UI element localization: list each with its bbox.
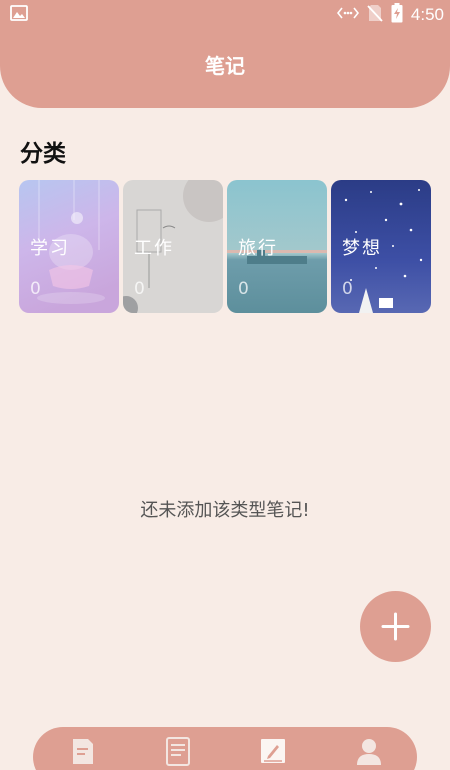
bottom-nav (33, 727, 417, 770)
user-icon (357, 739, 381, 765)
add-note-button[interactable] (360, 591, 431, 662)
category-label: 工作 (134, 238, 174, 259)
category-card-work[interactable]: 工作 0 (123, 180, 223, 313)
battery-charging-icon (391, 3, 403, 27)
category-count: 0 (238, 279, 249, 299)
wifi-calling-icon (336, 5, 359, 25)
category-count: 0 (134, 279, 145, 299)
edit-note-icon (261, 739, 285, 763)
status-bar: 4:50 (0, 0, 450, 28)
category-label: 旅行 (238, 238, 278, 259)
category-label: 学习 (30, 238, 70, 259)
section-title: 分类 (20, 141, 66, 167)
image-icon (10, 5, 28, 25)
category-card-travel[interactable]: 旅行 0 (227, 180, 327, 313)
status-time: 4:50 (410, 5, 444, 24)
empty-state-message: 还未添加该类型笔记! (140, 500, 310, 521)
page-title: 笔记 (205, 54, 245, 78)
category-list: 学习 0 工作 0 旅行 0 梦想 0 (19, 180, 431, 313)
nav-item-write[interactable] (258, 736, 288, 766)
nav-item-profile[interactable] (354, 736, 384, 766)
category-count: 0 (342, 279, 353, 299)
no-sim-icon (367, 4, 383, 26)
app-header: 笔记 (0, 28, 450, 108)
category-count: 0 (30, 279, 41, 299)
category-label: 梦想 (342, 238, 382, 259)
clipboard-list-icon (166, 737, 190, 766)
nav-item-list[interactable] (163, 736, 193, 766)
nav-item-notes[interactable] (68, 736, 98, 766)
category-card-study[interactable]: 学习 0 (19, 180, 119, 313)
category-card-dream[interactable]: 梦想 0 (331, 180, 431, 313)
note-icon (73, 739, 93, 764)
plus-icon (381, 612, 410, 641)
